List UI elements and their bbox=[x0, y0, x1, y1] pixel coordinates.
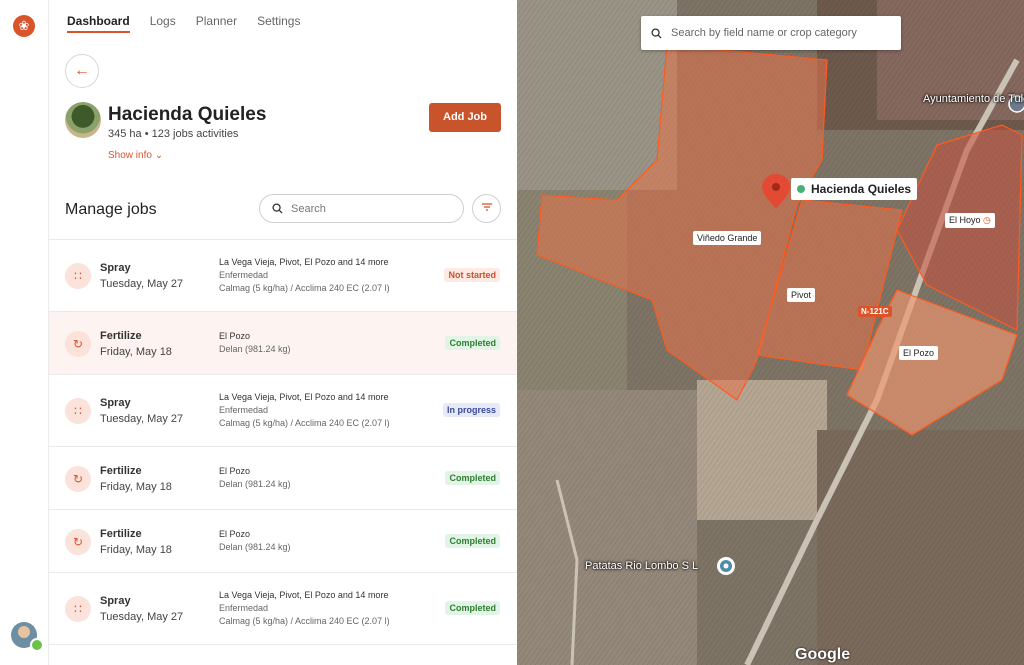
job-fields: El Pozo bbox=[219, 465, 251, 476]
status-badge: Not started bbox=[444, 268, 500, 282]
field-label-el-hoyo-text: El Hoyo bbox=[949, 215, 981, 225]
fertilize-icon: ↻ bbox=[65, 330, 91, 357]
farm-summary: 345 ha • 123 jobs activities bbox=[108, 128, 239, 140]
job-type: Spray bbox=[100, 595, 131, 607]
job-type: Spray bbox=[100, 397, 131, 409]
job-products: Calmag (5 kg/ha) / Acclima 240 EC (2.07 … bbox=[219, 418, 390, 428]
chevron-down-icon: ⌄ bbox=[154, 150, 164, 161]
arrow-left-icon: ← bbox=[74, 62, 90, 79]
field-label-pivot[interactable]: Pivot bbox=[787, 288, 816, 302]
table-row[interactable]: ↻ Fertilize Friday, May 18 El Pozo Delan (98… bbox=[49, 510, 517, 573]
fertilize-icon: ↻ bbox=[65, 528, 91, 555]
job-products: Calmag (5 kg/ha) / Acclima 240 EC (2.07 … bbox=[219, 283, 390, 293]
table-row[interactable]: ↻ Fertilize Friday, May 18 El Pozo Delan (98… bbox=[49, 312, 517, 375]
job-fields: La Vega Vieja, Pivot, El Pozo and 14 mor… bbox=[219, 392, 389, 402]
tab-logs[interactable]: Logs bbox=[150, 0, 176, 33]
job-products: Calmag (5 kg/ha) / Acclima 240 EC (2.07 … bbox=[219, 616, 390, 626]
farm-avatar bbox=[65, 102, 101, 138]
add-job-button[interactable]: Add Job bbox=[429, 103, 501, 132]
tab-dashboard[interactable]: Dashboard bbox=[67, 0, 130, 33]
job-date: Friday, May 18 bbox=[100, 480, 172, 493]
spray-icon: ∷ bbox=[65, 398, 91, 424]
filter-button[interactable] bbox=[472, 194, 501, 223]
status-badge: Completed bbox=[445, 533, 500, 548]
back-button[interactable]: ← bbox=[65, 54, 99, 88]
show-info-label: Show info bbox=[108, 150, 152, 161]
job-detail: Enfermedad bbox=[219, 405, 269, 415]
job-type: Fertilize bbox=[100, 329, 142, 342]
job-detail: Delan (981.24 kg) bbox=[219, 343, 291, 354]
spray-icon: ∷ bbox=[65, 263, 91, 289]
table-row[interactable]: ∷ Spray Tuesday, May 27 La Vega Vieja, Pivo… bbox=[49, 375, 517, 447]
job-search[interactable] bbox=[259, 194, 464, 223]
map-search-input[interactable] bbox=[671, 27, 891, 39]
spray-icon: ∷ bbox=[65, 596, 91, 622]
page-title: Hacienda Quieles bbox=[108, 104, 267, 125]
place-label-patatas[interactable]: Patatas Rio Lombo S L bbox=[585, 560, 698, 572]
job-detail: Delan (981.24 kg) bbox=[219, 541, 291, 552]
job-list: ∷ Spray Tuesday, May 27 La Vega Vieja, Pivo… bbox=[49, 239, 517, 645]
tab-planner[interactable]: Planner bbox=[196, 0, 237, 33]
section-title: Manage jobs bbox=[65, 201, 157, 218]
job-fields: La Vega Vieja, Pivot, El Pozo and 14 mor… bbox=[219, 257, 389, 267]
filter-icon bbox=[481, 203, 492, 211]
job-date: Tuesday, May 27 bbox=[100, 413, 184, 425]
job-date: Tuesday, May 27 bbox=[100, 278, 184, 290]
job-fields: El Pozo bbox=[219, 330, 251, 341]
farm-marker-label[interactable]: Hacienda Quieles bbox=[791, 178, 918, 200]
clock-icon: ◷ bbox=[983, 215, 991, 225]
job-fields: La Vega Vieja, Pivot, El Pozo and 14 mor… bbox=[219, 590, 389, 600]
status-badge: In progress bbox=[442, 403, 500, 417]
app-logo-icon[interactable]: ❀ bbox=[13, 15, 35, 37]
road-label: N-121C bbox=[858, 306, 892, 317]
map-view[interactable]: Hacienda Quieles Viñedo Grande Pivot El … bbox=[517, 0, 1024, 665]
field-label-el-hoyo[interactable]: El Hoyo ◷ bbox=[945, 213, 995, 228]
app-rail: ❀ bbox=[0, 0, 49, 665]
online-status-icon bbox=[30, 638, 44, 652]
status-badge: Completed bbox=[445, 335, 500, 350]
job-fields: El Pozo bbox=[219, 528, 251, 539]
search-icon bbox=[272, 203, 283, 214]
job-date: Friday, May 18 bbox=[100, 543, 172, 556]
table-row[interactable]: ↻ Fertilize Friday, May 18 El Pozo Delan (98… bbox=[49, 447, 517, 510]
job-type: Fertilize bbox=[100, 527, 142, 540]
job-detail: Delan (981.24 kg) bbox=[219, 478, 291, 489]
jobs-panel: Dashboard Logs Planner Settings ← Hacienda … bbox=[49, 0, 517, 665]
status-badge: Completed bbox=[445, 601, 500, 615]
place-label-ayuntamiento[interactable]: Ayuntamiento de Tulebras bbox=[923, 93, 1024, 106]
field-label-el-pozo[interactable]: El Pozo bbox=[899, 346, 939, 360]
map-search[interactable] bbox=[641, 16, 901, 50]
google-logo: Google bbox=[795, 646, 851, 663]
field-label-vinedo-grande[interactable]: Viñedo Grande bbox=[693, 231, 762, 245]
status-badge: Completed bbox=[445, 470, 500, 485]
job-type: Spray bbox=[100, 262, 131, 274]
job-type: Fertilize bbox=[100, 464, 142, 477]
search-input[interactable] bbox=[291, 202, 451, 215]
search-icon bbox=[651, 27, 662, 39]
job-date: Friday, May 18 bbox=[100, 345, 172, 358]
top-nav: Dashboard Logs Planner Settings bbox=[67, 0, 300, 36]
table-row[interactable]: ∷ Spray Tuesday, May 27 La Vega Vieja, Pivo… bbox=[49, 573, 517, 645]
tab-settings[interactable]: Settings bbox=[257, 0, 300, 33]
show-info-link[interactable]: Show info ⌄ bbox=[108, 150, 163, 161]
job-detail: Enfermedad bbox=[219, 603, 269, 613]
job-date: Tuesday, May 27 bbox=[100, 611, 184, 623]
fertilize-icon: ↻ bbox=[65, 465, 91, 492]
job-detail: Enfermedad bbox=[219, 270, 269, 280]
table-row[interactable]: ∷ Spray Tuesday, May 27 La Vega Vieja, Pivo… bbox=[49, 240, 517, 312]
